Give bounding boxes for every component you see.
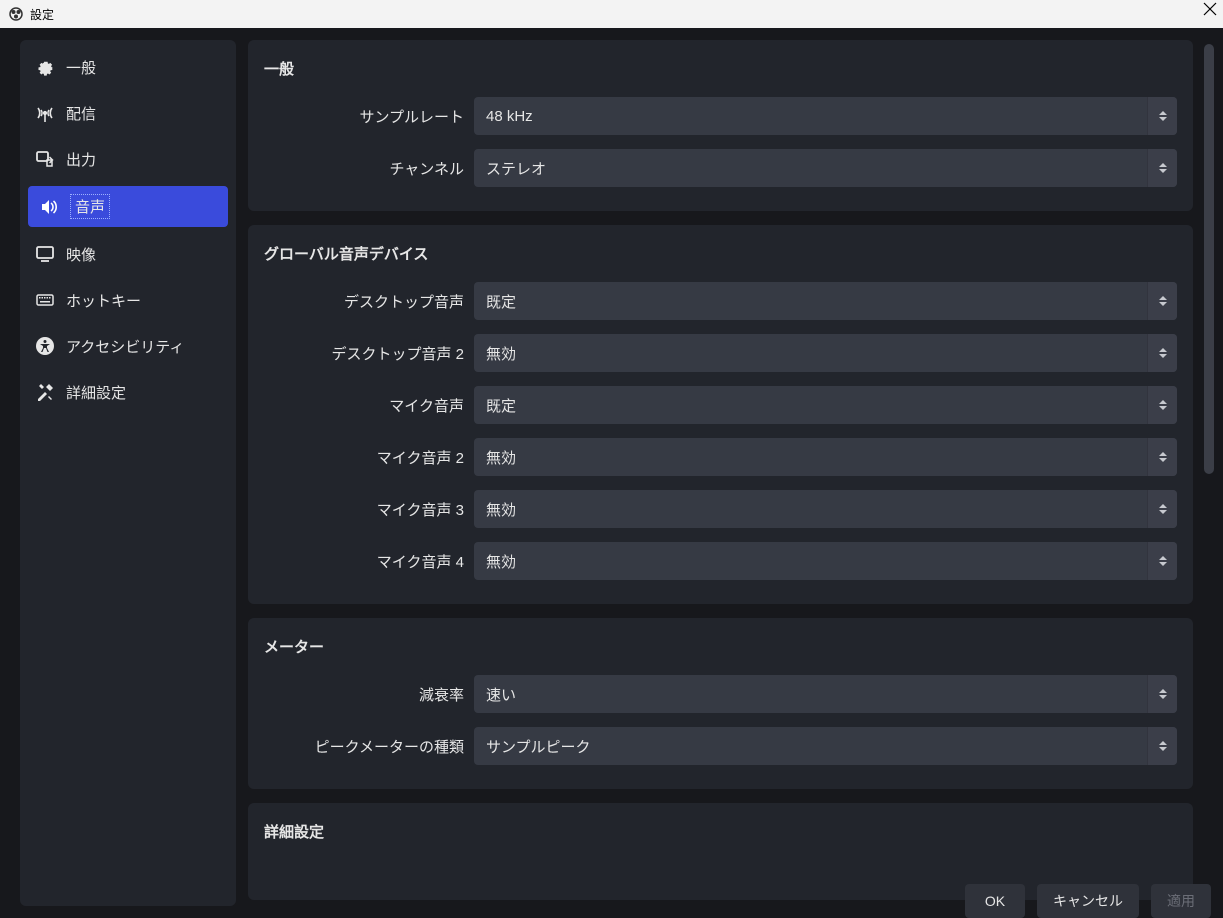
- select-mic-audio[interactable]: 既定: [474, 386, 1177, 424]
- chevron-updown-icon: [1147, 334, 1177, 372]
- scrollbar[interactable]: [1203, 40, 1215, 918]
- panel-title: 一般: [264, 58, 1177, 79]
- label-mic-audio-2: マイク音声 2: [264, 447, 474, 468]
- select-value: 48 kHz: [474, 108, 1147, 125]
- chevron-updown-icon: [1147, 282, 1177, 320]
- select-value: 無効: [474, 499, 1147, 520]
- sidebar-item-label: 映像: [66, 244, 96, 265]
- ok-button[interactable]: OK: [965, 884, 1025, 918]
- label-sample-rate: サンプルレート: [264, 106, 474, 127]
- sidebar-item-general[interactable]: 一般: [20, 44, 236, 90]
- keyboard-icon: [34, 289, 56, 311]
- sidebar-item-label: 出力: [66, 149, 96, 170]
- footer: OK キャンセル 適用: [244, 860, 1223, 918]
- select-value: 無効: [474, 551, 1147, 572]
- close-icon[interactable]: [1203, 2, 1217, 16]
- label-mic-audio-3: マイク音声 3: [264, 499, 474, 520]
- sidebar-item-label: 詳細設定: [66, 382, 126, 403]
- app-icon: [8, 6, 24, 22]
- antenna-icon: [34, 102, 56, 124]
- sidebar-item-label: ホットキー: [66, 290, 141, 311]
- sidebar: 一般 配信 出力 音声: [20, 40, 236, 906]
- sidebar-item-output[interactable]: 出力: [20, 136, 236, 182]
- sidebar-item-hotkeys[interactable]: ホットキー: [20, 277, 236, 323]
- sidebar-item-label: 配信: [66, 103, 96, 124]
- label-decay-rate: 減衰率: [264, 684, 474, 705]
- sidebar-item-accessibility[interactable]: アクセシビリティ: [20, 323, 236, 369]
- select-mic-audio-4[interactable]: 無効: [474, 542, 1177, 580]
- titlebar: 設定: [0, 0, 1223, 28]
- accessibility-icon: [34, 335, 56, 357]
- chevron-updown-icon: [1147, 97, 1177, 135]
- sidebar-item-audio[interactable]: 音声: [28, 186, 228, 227]
- label-peak-meter-type: ピークメーターの種類: [264, 736, 474, 757]
- scrollbar-thumb[interactable]: [1204, 44, 1214, 474]
- label-desktop-audio-2: デスクトップ音声 2: [264, 343, 474, 364]
- select-value: 速い: [474, 684, 1147, 705]
- select-value: 既定: [474, 291, 1147, 312]
- sidebar-item-video[interactable]: 映像: [20, 231, 236, 277]
- select-value: 無効: [474, 343, 1147, 364]
- chevron-updown-icon: [1147, 675, 1177, 713]
- sidebar-item-label: 音声: [70, 194, 110, 219]
- panel-title: グローバル音声デバイス: [264, 243, 1177, 264]
- select-value: サンプルピーク: [474, 736, 1147, 757]
- label-desktop-audio: デスクトップ音声: [264, 291, 474, 312]
- select-value: ステレオ: [474, 158, 1147, 179]
- chevron-updown-icon: [1147, 542, 1177, 580]
- chevron-updown-icon: [1147, 438, 1177, 476]
- panel-general: 一般 サンプルレート 48 kHz チャンネル: [248, 40, 1193, 211]
- select-value: 既定: [474, 395, 1147, 416]
- output-icon: [34, 148, 56, 170]
- label-mic-audio: マイク音声: [264, 395, 474, 416]
- chevron-updown-icon: [1147, 149, 1177, 187]
- select-mic-audio-3[interactable]: 無効: [474, 490, 1177, 528]
- gear-icon: [34, 56, 56, 78]
- select-peak-meter-type[interactable]: サンプルピーク: [474, 727, 1177, 765]
- chevron-updown-icon: [1147, 386, 1177, 424]
- settings-content: 一般 サンプルレート 48 kHz チャンネル: [248, 40, 1197, 918]
- select-mic-audio-2[interactable]: 無効: [474, 438, 1177, 476]
- panel-meter: メーター 減衰率 速い ピークメーターの種類 サンプルピーク: [248, 618, 1193, 789]
- select-desktop-audio-2[interactable]: 無効: [474, 334, 1177, 372]
- select-decay-rate[interactable]: 速い: [474, 675, 1177, 713]
- label-channel: チャンネル: [264, 158, 474, 179]
- select-channel[interactable]: ステレオ: [474, 149, 1177, 187]
- cancel-button[interactable]: キャンセル: [1037, 884, 1139, 918]
- monitor-icon: [34, 243, 56, 265]
- chevron-updown-icon: [1147, 490, 1177, 528]
- sidebar-item-advanced[interactable]: 詳細設定: [20, 369, 236, 415]
- apply-button: 適用: [1151, 884, 1211, 918]
- panel-title: 詳細設定: [264, 821, 1177, 842]
- label-mic-audio-4: マイク音声 4: [264, 551, 474, 572]
- sidebar-item-label: アクセシビリティ: [66, 336, 184, 357]
- select-sample-rate[interactable]: 48 kHz: [474, 97, 1177, 135]
- select-desktop-audio[interactable]: 既定: [474, 282, 1177, 320]
- panel-title: メーター: [264, 636, 1177, 657]
- sidebar-item-label: 一般: [66, 57, 96, 78]
- speaker-icon: [38, 196, 60, 218]
- chevron-updown-icon: [1147, 727, 1177, 765]
- sidebar-item-stream[interactable]: 配信: [20, 90, 236, 136]
- panel-global-audio-devices: グローバル音声デバイス デスクトップ音声 既定 デスクトップ音声 2 無効 マイ…: [248, 225, 1193, 604]
- select-value: 無効: [474, 447, 1147, 468]
- window-title: 設定: [30, 6, 54, 23]
- tools-icon: [34, 381, 56, 403]
